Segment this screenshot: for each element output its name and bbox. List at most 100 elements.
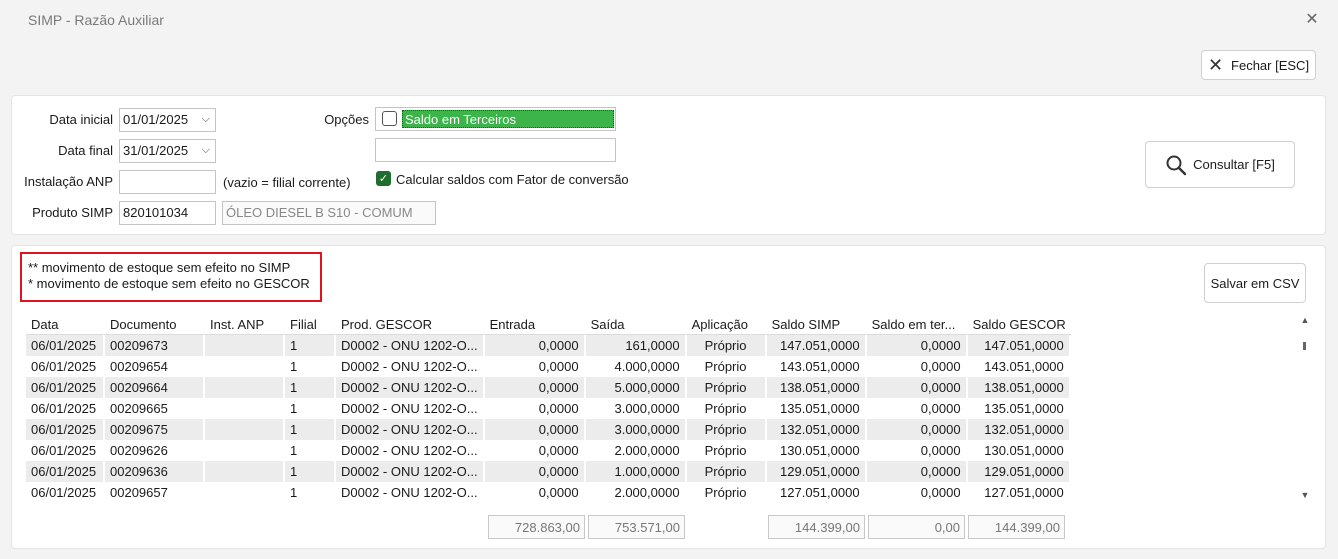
close-button-label: Fechar [ESC]	[1231, 57, 1310, 73]
cell-documento: 00209675	[105, 419, 205, 440]
cell-saida: 5.000,0000	[585, 377, 687, 398]
fator-label[interactable]: Calcular saldos com Fator de conversão	[396, 172, 629, 187]
cell-saida: 4.000,0000	[585, 356, 687, 377]
cell-saldo-simp: 132.051,0000	[766, 419, 867, 440]
cell-saldo-gescor: 127.051,0000	[967, 482, 1071, 503]
window-close-icon[interactable]: ✕	[1302, 10, 1322, 30]
fator-checkbox[interactable]: ✓	[376, 171, 391, 186]
cell-aplicacao: Próprio	[686, 398, 767, 419]
cell-data: 06/01/2025	[26, 377, 105, 398]
cell-inst-anp	[205, 419, 285, 440]
opcoes-list-empty[interactable]	[375, 138, 616, 162]
table-row[interactable]: 06/01/2025 00209654 1 D0002 - ONU 1202-O...…	[26, 356, 1071, 377]
table-row[interactable]: 06/01/2025 00209665 1 D0002 - ONU 1202-O...…	[26, 398, 1071, 419]
total-entrada: 728.863,00	[488, 515, 585, 539]
table-scrollbar[interactable]: ▲ ▼	[1298, 314, 1312, 504]
legend-line-gescor: * movimento de estoque sem efeito no GES…	[28, 276, 310, 291]
cell-filial: 1	[285, 356, 336, 377]
cell-saida: 3.000,0000	[585, 398, 687, 419]
cell-data: 06/01/2025	[26, 440, 105, 461]
cell-prod-gescor: D0002 - ONU 1202-O...	[336, 419, 485, 440]
cell-entrada: 0,0000	[484, 335, 586, 356]
produto-label: Produto SIMP	[32, 205, 113, 220]
cell-data: 06/01/2025	[26, 461, 105, 482]
scroll-up-icon[interactable]: ▲	[1298, 315, 1312, 325]
col-header-saldo-simp[interactable]: Saldo SIMP	[766, 314, 867, 335]
total-saldo-terceiros: 0,00	[868, 515, 965, 539]
cell-prod-gescor: D0002 - ONU 1202-O...	[336, 482, 485, 503]
col-header-saldo-terceiros[interactable]: Saldo em ter...	[866, 314, 968, 335]
produto-code-field[interactable]: 820101034	[119, 201, 216, 225]
col-header-saldo-gescor[interactable]: Saldo GESCOR	[967, 314, 1071, 335]
cell-aplicacao: Próprio	[686, 461, 767, 482]
legend-box: ** movimento de estoque sem efeito no SI…	[20, 252, 322, 302]
cell-data: 06/01/2025	[26, 398, 105, 419]
cell-entrada: 0,0000	[484, 482, 586, 503]
col-header-inst-anp[interactable]: Inst. ANP	[205, 314, 285, 335]
cell-inst-anp	[205, 377, 285, 398]
close-button[interactable]: ✕ Fechar [ESC]	[1201, 50, 1316, 80]
cell-inst-anp	[205, 356, 285, 377]
consult-button[interactable]: Consultar [F5]	[1145, 141, 1295, 188]
cell-filial: 1	[285, 461, 336, 482]
cell-saldo-simp: 135.051,0000	[766, 398, 867, 419]
chevron-down-icon[interactable]: ⌵	[202, 144, 210, 157]
cell-entrada: 0,0000	[484, 377, 586, 398]
col-header-data[interactable]: Data	[26, 314, 105, 335]
data-final-field[interactable]: 31/01/2025 ⌵	[119, 139, 216, 163]
cell-aplicacao: Próprio	[686, 377, 767, 398]
cell-entrada: 0,0000	[484, 419, 586, 440]
cell-saldo-terceiros: 0,0000	[866, 377, 968, 398]
data-inicial-label: Data inicial	[49, 112, 113, 127]
col-header-filial[interactable]: Filial	[285, 314, 336, 335]
data-inicial-field[interactable]: 01/01/2025 ⌵	[119, 108, 216, 132]
cell-saldo-terceiros: 0,0000	[866, 440, 968, 461]
saldo-terceiros-label[interactable]: Saldo em Terceiros	[402, 110, 614, 128]
total-saida: 753.571,00	[588, 515, 685, 539]
cell-saldo-gescor: 130.051,0000	[967, 440, 1071, 461]
instalacao-field[interactable]	[119, 170, 216, 194]
saldo-terceiros-checkbox[interactable]	[382, 111, 397, 126]
produto-desc-field: ÓLEO DIESEL B S10 - COMUM	[222, 201, 436, 225]
table-row[interactable]: 06/01/2025 00209626 1 D0002 - ONU 1202-O...…	[26, 440, 1071, 461]
produto-code-value: 820101034	[123, 205, 189, 220]
cell-inst-anp	[205, 335, 285, 356]
scroll-thumb[interactable]	[1303, 342, 1306, 350]
cell-saldo-gescor: 138.051,0000	[967, 377, 1071, 398]
cell-saida: 161,0000	[585, 335, 687, 356]
opcoes-list[interactable]: Saldo em Terceiros	[375, 107, 616, 131]
cell-saida: 2.000,0000	[585, 482, 687, 503]
table-row[interactable]: 06/01/2025 00209664 1 D0002 - ONU 1202-O...…	[26, 377, 1071, 398]
col-header-prod-gescor[interactable]: Prod. GESCOR	[336, 314, 485, 335]
cell-saldo-gescor: 143.051,0000	[967, 356, 1071, 377]
cell-prod-gescor: D0002 - ONU 1202-O...	[336, 335, 485, 356]
col-header-documento[interactable]: Documento	[105, 314, 205, 335]
cell-documento: 00209657	[105, 482, 205, 503]
legend-line-simp: ** movimento de estoque sem efeito no SI…	[28, 260, 291, 275]
cell-data: 06/01/2025	[26, 419, 105, 440]
cell-saldo-simp: 138.051,0000	[766, 377, 867, 398]
chevron-down-icon[interactable]: ⌵	[202, 113, 210, 126]
save-csv-button[interactable]: Salvar em CSV	[1204, 263, 1306, 303]
data-final-value: 31/01/2025	[123, 143, 189, 158]
table-row[interactable]: 06/01/2025 00209657 1 D0002 - ONU 1202-O...…	[26, 482, 1071, 503]
cell-saldo-gescor: 129.051,0000	[967, 461, 1071, 482]
col-header-saida[interactable]: Saída	[585, 314, 687, 335]
table-header-row: Data Documento Inst. ANP Filial Prod. GE…	[26, 314, 1071, 335]
cell-documento: 00209654	[105, 356, 205, 377]
cell-saldo-terceiros: 0,0000	[866, 398, 968, 419]
scroll-down-icon[interactable]: ▼	[1298, 490, 1312, 500]
col-header-entrada[interactable]: Entrada	[484, 314, 586, 335]
cell-prod-gescor: D0002 - ONU 1202-O...	[336, 440, 485, 461]
cell-saldo-simp: 143.051,0000	[766, 356, 867, 377]
cell-saida: 2.000,0000	[585, 440, 687, 461]
table-row[interactable]: 06/01/2025 00209636 1 D0002 - ONU 1202-O...…	[26, 461, 1071, 482]
cell-prod-gescor: D0002 - ONU 1202-O...	[336, 461, 485, 482]
table-row[interactable]: 06/01/2025 00209675 1 D0002 - ONU 1202-O...…	[26, 419, 1071, 440]
produto-desc-value: ÓLEO DIESEL B S10 - COMUM	[226, 205, 413, 220]
cell-aplicacao: Próprio	[686, 419, 767, 440]
col-header-aplicacao[interactable]: Aplicação	[686, 314, 767, 335]
ledger-table: Data Documento Inst. ANP Filial Prod. GE…	[26, 314, 1071, 503]
data-final-label: Data final	[58, 143, 113, 158]
table-row[interactable]: 06/01/2025 00209673 1 D0002 - ONU 1202-O...…	[26, 335, 1071, 356]
